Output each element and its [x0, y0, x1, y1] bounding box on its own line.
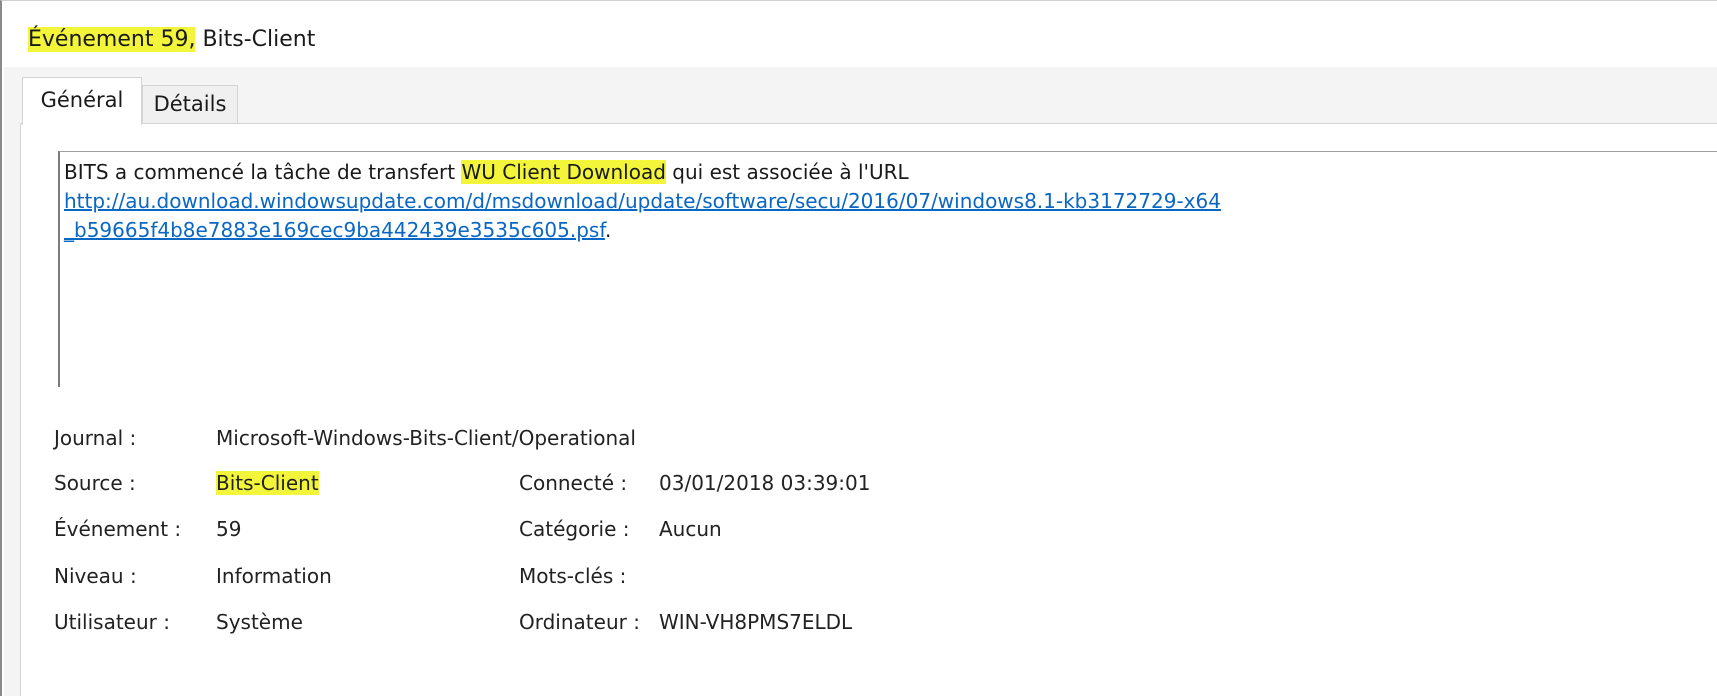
description-line: BITS a commencé la tâche de transfert WU…: [64, 158, 1717, 187]
job-name-highlight: WU Client Download: [461, 160, 666, 184]
level-value: Information: [216, 564, 332, 588]
url-period: .: [604, 218, 612, 242]
title-highlight: Événement 59,: [28, 27, 196, 52]
source-value-text: Bits-Client: [216, 471, 319, 495]
computer-label: Ordinateur :: [519, 610, 640, 634]
user-label: Utilisateur :: [54, 610, 170, 634]
tab-general[interactable]: Général: [22, 77, 142, 125]
download-url-link-continued[interactable]: _b59665f4b8e7883e169cec9ba442439e3535c60…: [64, 218, 605, 242]
computer-value: WIN-VH8PMS7ELDL: [659, 610, 853, 634]
journal-value: Microsoft-Windows-Bits-Client/Operationa…: [216, 426, 636, 450]
journal-label: Journal :: [54, 426, 137, 450]
title-source: Bits-Client: [195, 27, 316, 52]
source-value: Bits-Client: [216, 471, 319, 495]
event-id-label: Événement :: [54, 517, 182, 541]
event-properties-window: Événement 59, Bits-Client Général Détail…: [0, 0, 1717, 696]
category-label: Catégorie :: [519, 517, 630, 541]
level-label: Niveau :: [54, 564, 137, 588]
keywords-label: Mots-clés :: [519, 564, 627, 588]
connecte-label: Connecté :: [519, 471, 628, 495]
category-value: Aucun: [659, 517, 722, 541]
event-description-box[interactable]: BITS a commencé la tâche de transfert WU…: [58, 151, 1717, 387]
tab-details[interactable]: Détails: [142, 85, 238, 123]
source-label: Source :: [54, 471, 136, 495]
window-title: Événement 59, Bits-Client: [4, 13, 1717, 68]
description-text-tail: qui est associée à l'URL: [665, 160, 909, 184]
description-text: BITS a commencé la tâche de transfert: [64, 160, 462, 184]
event-id-value: 59: [216, 517, 242, 541]
download-url-link[interactable]: http://au.download.windowsupdate.com/d/m…: [64, 189, 1221, 213]
connecte-value: 03/01/2018 03:39:01: [659, 471, 871, 495]
user-value: Système: [216, 610, 303, 634]
